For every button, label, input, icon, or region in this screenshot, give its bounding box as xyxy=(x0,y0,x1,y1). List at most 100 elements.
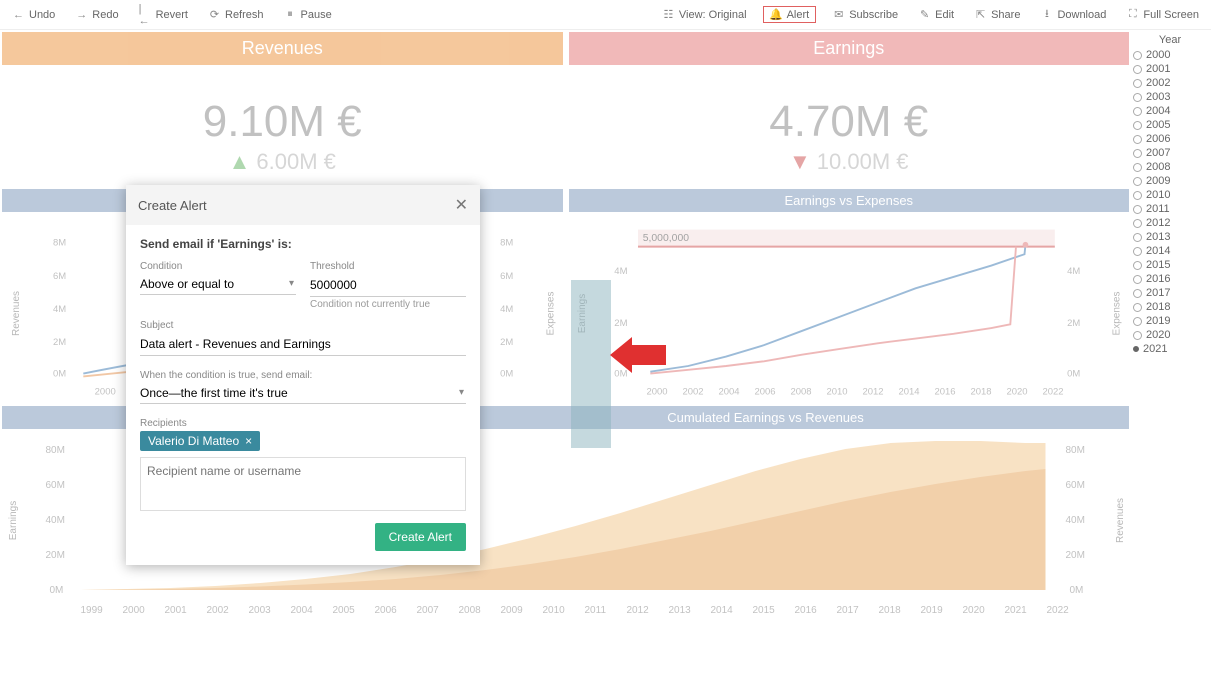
svg-text:2022: 2022 xyxy=(1047,605,1070,616)
subject-input[interactable] xyxy=(140,333,466,356)
download-button[interactable]: ⭳Download xyxy=(1036,6,1110,23)
radio-icon xyxy=(1133,163,1142,172)
year-filter[interactable]: Year 20002001200220032004200520062007200… xyxy=(1133,34,1207,356)
year-option-2004[interactable]: 2004 xyxy=(1133,104,1207,118)
earnings-sub: 10.00M € xyxy=(817,149,909,175)
pause-icon: ⏸ xyxy=(284,8,297,21)
svg-text:2M: 2M xyxy=(614,318,627,329)
radio-icon xyxy=(1133,177,1142,186)
undo-icon: ← xyxy=(12,8,25,21)
recipient-box[interactable] xyxy=(140,457,466,511)
year-option-2011[interactable]: 2011 xyxy=(1133,202,1207,216)
svg-text:2006: 2006 xyxy=(754,386,775,397)
red-arrow-icon xyxy=(608,337,668,378)
svg-text:2005: 2005 xyxy=(333,605,356,616)
year-option-2005[interactable]: 2005 xyxy=(1133,118,1207,132)
radio-icon xyxy=(1133,79,1142,88)
year-option-2017[interactable]: 2017 xyxy=(1133,286,1207,300)
edit-button[interactable]: ✎Edit xyxy=(914,6,958,23)
frequency-label: When the condition is true, send email: xyxy=(140,370,466,381)
close-icon[interactable]: ✕ xyxy=(455,195,468,215)
radio-icon xyxy=(1133,275,1142,284)
svg-text:2010: 2010 xyxy=(543,605,566,616)
svg-text:2004: 2004 xyxy=(718,386,739,397)
svg-text:2M: 2M xyxy=(53,337,66,348)
create-alert-modal: Create Alert ✕ Send email if 'Earnings' … xyxy=(126,185,480,565)
svg-text:0M: 0M xyxy=(500,368,513,379)
year-option-2001[interactable]: 2001 xyxy=(1133,62,1207,76)
year-option-2009[interactable]: 2009 xyxy=(1133,174,1207,188)
remove-chip-icon[interactable]: × xyxy=(245,434,252,448)
pause-button[interactable]: ⏸Pause xyxy=(280,6,336,23)
year-option-2006[interactable]: 2006 xyxy=(1133,132,1207,146)
svg-text:2008: 2008 xyxy=(459,605,482,616)
radio-icon xyxy=(1133,346,1139,352)
svg-text:2022: 2022 xyxy=(1042,386,1063,397)
fullscreen-button[interactable]: ⛶Full Screen xyxy=(1122,6,1203,23)
mail-icon: ✉ xyxy=(832,8,845,21)
view-button[interactable]: ☷View: Original xyxy=(658,6,751,23)
svg-text:2010: 2010 xyxy=(826,386,847,397)
year-option-2014[interactable]: 2014 xyxy=(1133,244,1207,258)
revenues-value: 9.10M € xyxy=(2,97,563,147)
svg-text:2M: 2M xyxy=(500,337,513,348)
toolbar: ←Undo →Redo |←Revert ⟳Refresh ⏸Pause ☷Vi… xyxy=(0,0,1211,30)
year-option-2021[interactable]: 2021 xyxy=(1133,342,1207,356)
svg-text:2001: 2001 xyxy=(165,605,188,616)
svg-text:2016: 2016 xyxy=(795,605,818,616)
year-option-2013[interactable]: 2013 xyxy=(1133,230,1207,244)
refresh-button[interactable]: ⟳Refresh xyxy=(204,6,268,23)
create-alert-submit[interactable]: Create Alert xyxy=(375,523,466,551)
radio-icon xyxy=(1133,135,1142,144)
radio-icon xyxy=(1133,289,1142,298)
svg-text:0M: 0M xyxy=(1070,585,1084,596)
redo-button[interactable]: →Redo xyxy=(71,6,122,23)
year-option-2015[interactable]: 2015 xyxy=(1133,258,1207,272)
refresh-icon: ⟳ xyxy=(208,8,221,21)
frequency-select[interactable] xyxy=(140,383,466,404)
year-option-2008[interactable]: 2008 xyxy=(1133,160,1207,174)
year-option-2012[interactable]: 2012 xyxy=(1133,216,1207,230)
year-option-2000[interactable]: 2000 xyxy=(1133,48,1207,62)
svg-text:80M: 80M xyxy=(1066,445,1085,456)
undo-button[interactable]: ←Undo xyxy=(8,6,59,23)
year-option-2019[interactable]: 2019 xyxy=(1133,314,1207,328)
svg-text:2007: 2007 xyxy=(417,605,440,616)
svg-text:20M: 20M xyxy=(46,550,65,561)
alert-button[interactable]: 🔔Alert xyxy=(763,6,817,23)
svg-text:2014: 2014 xyxy=(898,386,919,397)
svg-text:2009: 2009 xyxy=(501,605,524,616)
svg-text:2019: 2019 xyxy=(921,605,944,616)
recipient-chip-label: Valerio Di Matteo xyxy=(148,434,239,448)
recipient-chip[interactable]: Valerio Di Matteo × xyxy=(140,431,260,451)
year-option-2007[interactable]: 2007 xyxy=(1133,146,1207,160)
share-button[interactable]: ⇱Share xyxy=(970,6,1024,23)
revert-button[interactable]: |←Revert xyxy=(135,6,192,23)
share-icon: ⇱ xyxy=(974,8,987,21)
svg-text:2003: 2003 xyxy=(249,605,272,616)
threshold-input[interactable] xyxy=(310,274,466,297)
fullscreen-icon: ⛶ xyxy=(1126,8,1139,21)
svg-text:2012: 2012 xyxy=(627,605,650,616)
redo-icon: → xyxy=(75,8,88,21)
year-option-2018[interactable]: 2018 xyxy=(1133,300,1207,314)
download-icon: ⭳ xyxy=(1040,8,1053,21)
earnings-banner: Earnings xyxy=(569,32,1130,65)
year-option-2010[interactable]: 2010 xyxy=(1133,188,1207,202)
year-option-2020[interactable]: 2020 xyxy=(1133,328,1207,342)
svg-text:60M: 60M xyxy=(46,480,65,491)
earnings-value: 4.70M € xyxy=(569,97,1130,147)
view-icon: ☷ xyxy=(662,8,675,21)
year-option-2002[interactable]: 2002 xyxy=(1133,76,1207,90)
condition-select[interactable] xyxy=(140,274,296,295)
year-option-2016[interactable]: 2016 xyxy=(1133,272,1207,286)
svg-text:20M: 20M xyxy=(1066,550,1085,561)
svg-text:8M: 8M xyxy=(53,238,66,249)
recipient-input[interactable] xyxy=(147,464,459,478)
svg-text:2017: 2017 xyxy=(837,605,860,616)
svg-text:8M: 8M xyxy=(500,238,513,249)
svg-text:2014: 2014 xyxy=(711,605,734,616)
pencil-icon: ✎ xyxy=(918,8,931,21)
subscribe-button[interactable]: ✉Subscribe xyxy=(828,6,902,23)
year-option-2003[interactable]: 2003 xyxy=(1133,90,1207,104)
